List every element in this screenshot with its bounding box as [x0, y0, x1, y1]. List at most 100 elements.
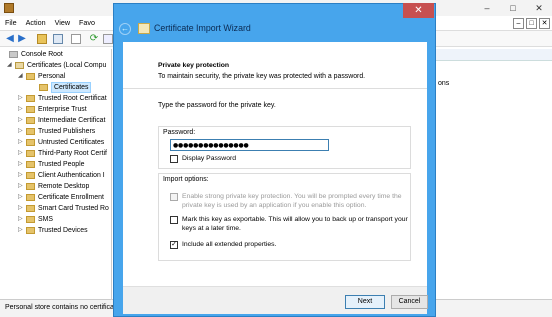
wizard-footer: Next Cancel — [123, 286, 428, 314]
collapsed-arrow-icon[interactable]: ▷ — [18, 192, 24, 203]
tree-item[interactable]: Console Root — [0, 49, 111, 60]
folder-icon — [26, 95, 35, 102]
section-title: Private key protection — [158, 62, 230, 69]
certificate-icon — [138, 23, 150, 34]
collapsed-arrow-icon[interactable]: ▷ — [18, 159, 24, 170]
header-divider — [123, 88, 427, 89]
tree-item[interactable]: ▷ Enterprise Trust — [0, 104, 111, 115]
tree-item-label: Certificate Enrollment — [38, 194, 104, 201]
tree-item-label: Certificates — [51, 82, 92, 93]
exportable-label-line2: keys at a later time. — [182, 225, 241, 232]
folder-icon — [26, 128, 35, 135]
mmc-window-controls: – □ ✕ — [474, 0, 552, 16]
certificates-snapin-icon — [15, 62, 24, 69]
tree-item-label: Personal — [38, 73, 66, 80]
minimize-button[interactable]: – — [474, 0, 500, 16]
collapsed-arrow-icon[interactable]: ▷ — [18, 104, 24, 115]
tree-item[interactable]: ▷ Certificate Enrollment — [0, 192, 111, 203]
folder-icon — [26, 227, 35, 234]
close-icon[interactable]: ✕ — [403, 3, 434, 18]
collapsed-arrow-icon[interactable]: ▷ — [18, 214, 24, 225]
collapsed-arrow-icon[interactable]: ▷ — [18, 203, 24, 214]
refresh-icon[interactable]: ⟳ — [89, 34, 99, 44]
tree-item-label: Untrusted Certificates — [38, 139, 105, 146]
folder-icon — [39, 84, 48, 91]
import-options-group: Import options: Enable strong private ke… — [158, 173, 411, 261]
maximize-button[interactable]: □ — [500, 0, 526, 16]
actions-pane: ons — [436, 49, 552, 299]
menu-action[interactable]: Action — [26, 16, 46, 30]
folder-icon — [26, 205, 35, 212]
collapsed-arrow-icon[interactable]: ▷ — [18, 225, 24, 236]
password-label: Password: — [163, 129, 196, 136]
tree-item[interactable]: ▷ Trusted People — [0, 159, 111, 170]
wizard-titlebar: ← Certificate Import Wizard ✕ — [114, 3, 435, 42]
close-button[interactable]: ✕ — [526, 0, 552, 16]
tree-item[interactable]: ▷ Third-Party Root Certif — [0, 148, 111, 159]
password-prompt: Type the password for the private key. — [158, 102, 276, 109]
tree-item-label: SMS — [38, 216, 53, 223]
folder-icon — [26, 216, 35, 223]
tree-item-label: Enterprise Trust — [38, 106, 87, 113]
back-arrow-icon[interactable]: ◀ — [5, 34, 15, 44]
collapsed-arrow-icon[interactable]: ▷ — [18, 126, 24, 137]
tree-item[interactable]: ▷ Remote Desktop — [0, 181, 111, 192]
extended-properties-label: Include all extended properties. — [182, 241, 277, 248]
collapsed-arrow-icon[interactable]: ▷ — [18, 170, 24, 181]
expanded-arrow-icon[interactable]: ◢ — [18, 71, 24, 82]
menu-file[interactable]: File — [5, 16, 17, 30]
mmc-app-icon — [4, 3, 14, 13]
tree-item-label: Third-Party Root Certif — [38, 150, 107, 157]
tree-item-label: Trusted Root Certificat — [38, 95, 107, 102]
tree-item[interactable]: ▷ Intermediate Certificat — [0, 115, 111, 126]
properties-icon[interactable] — [71, 34, 81, 44]
password-input[interactable] — [170, 139, 329, 151]
tree-item[interactable]: ◢ Personal — [0, 71, 111, 82]
tree-item[interactable]: ▷ Trusted Devices — [0, 225, 111, 236]
exportable-label-line1: Mark this key as exportable. This will a… — [182, 216, 408, 223]
tree-item[interactable]: ▷ Trusted Publishers — [0, 126, 111, 137]
menu-view[interactable]: View — [55, 16, 70, 30]
expanded-arrow-icon[interactable]: ◢ — [7, 60, 13, 71]
tree-item-label: Trusted Publishers — [38, 128, 96, 135]
tree-item-label: Console Root — [21, 51, 63, 58]
folder-icon — [26, 117, 35, 124]
password-group: Password: Display Password — [158, 126, 411, 169]
console-tree: Console Root ◢ Certificates (Local Compu ◢ P… — [0, 49, 112, 299]
folder-icon — [26, 139, 35, 146]
collapsed-arrow-icon[interactable]: ▷ — [18, 93, 24, 104]
tree-item[interactable]: Certificates — [0, 82, 111, 93]
show-tree-icon[interactable] — [53, 34, 63, 44]
collapsed-arrow-icon[interactable]: ▷ — [18, 115, 24, 126]
tree-item[interactable]: ▷ Client Authentication I — [0, 170, 111, 181]
mdi-minimize-button[interactable]: – — [513, 18, 524, 29]
back-arrow-icon[interactable]: ← — [119, 23, 131, 35]
mdi-restore-button[interactable]: □ — [526, 18, 537, 29]
mdi-close-button[interactable]: ✕ — [539, 18, 550, 29]
tree-item[interactable]: ▷ Untrusted Certificates — [0, 137, 111, 148]
cancel-button[interactable]: Cancel — [391, 295, 428, 309]
extended-properties-checkbox[interactable]: ✓ — [170, 241, 178, 249]
actions-pane-item[interactable]: ons — [438, 80, 449, 87]
menu-favorites[interactable]: Favo — [79, 16, 95, 30]
tree-item[interactable]: ▷ Smart Card Trusted Ro — [0, 203, 111, 214]
collapsed-arrow-icon[interactable]: ▷ — [18, 137, 24, 148]
strong-protection-label-line1: Enable strong private key protection. Yo… — [182, 193, 402, 200]
folder-icon — [26, 161, 35, 168]
exportable-checkbox[interactable] — [170, 216, 178, 224]
tree-item-label: Remote Desktop — [38, 183, 90, 190]
next-button[interactable]: Next — [345, 295, 385, 309]
wizard-title: Certificate Import Wizard — [154, 23, 251, 33]
tree-item-label: Smart Card Trusted Ro — [38, 205, 109, 212]
collapsed-arrow-icon[interactable]: ▷ — [18, 181, 24, 192]
tree-item-label: Client Authentication I — [38, 172, 105, 179]
display-password-label: Display Password — [182, 155, 237, 162]
tree-item[interactable]: ▷ SMS — [0, 214, 111, 225]
export-list-icon[interactable] — [103, 34, 113, 44]
up-folder-icon[interactable] — [37, 34, 47, 44]
tree-item[interactable]: ◢ Certificates (Local Compu — [0, 60, 111, 71]
display-password-checkbox[interactable] — [170, 155, 178, 163]
tree-item[interactable]: ▷ Trusted Root Certificat — [0, 93, 111, 104]
forward-arrow-icon[interactable]: ▶ — [17, 34, 27, 44]
collapsed-arrow-icon[interactable]: ▷ — [18, 148, 24, 159]
